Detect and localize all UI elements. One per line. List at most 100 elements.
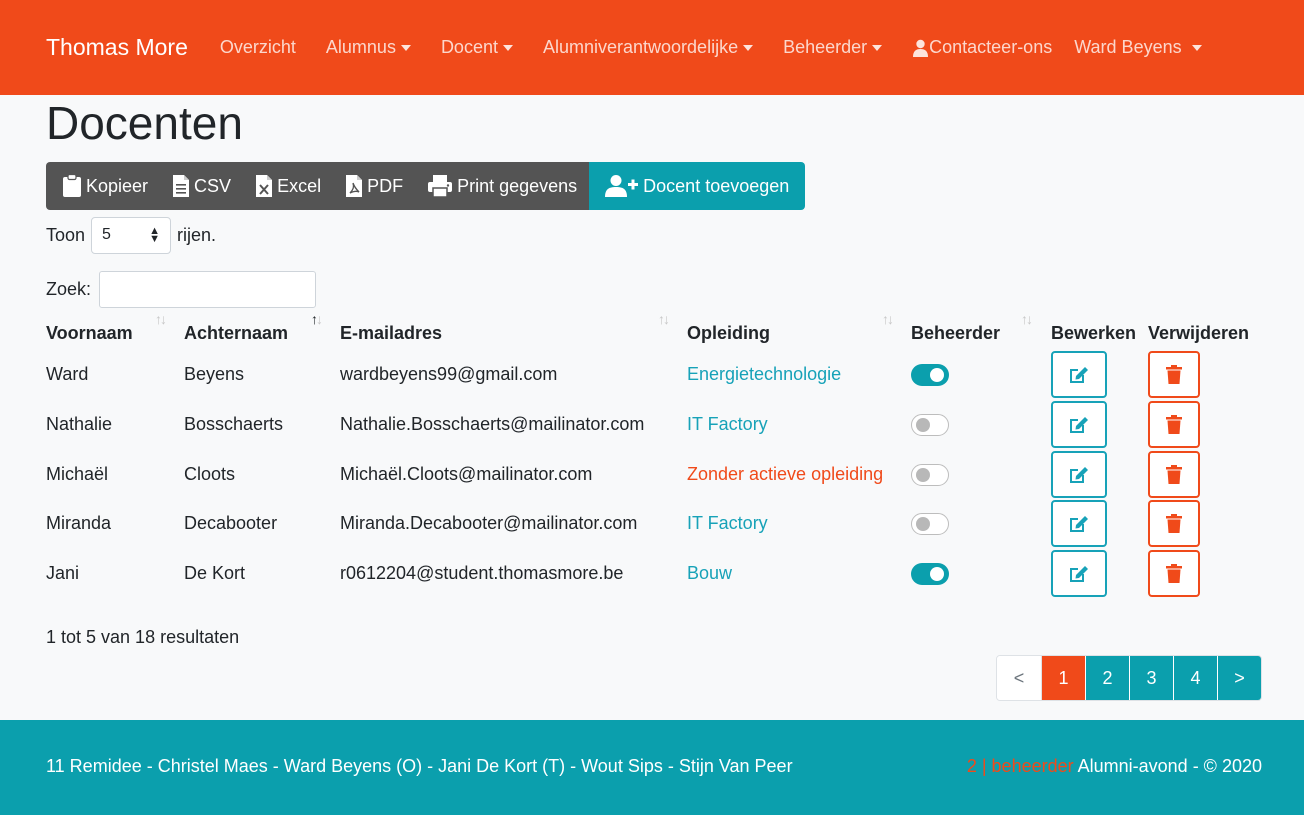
header-verwijderen: Verwijderen	[1148, 323, 1250, 343]
csv-label: CSV	[194, 175, 232, 196]
search-input[interactable]	[99, 271, 317, 308]
cell-firstname: Michaël	[46, 464, 109, 484]
cell-program-link[interactable]: IT Factory	[687, 414, 768, 435]
caret-down-icon	[400, 44, 411, 51]
edit-icon	[1070, 515, 1088, 532]
cell-firstname: Miranda	[46, 513, 112, 533]
edit-button[interactable]	[1051, 550, 1107, 597]
cell-lastname: Beyens	[184, 364, 245, 384]
file-pdf-icon	[346, 175, 363, 197]
brand-link[interactable]: Thomas More	[46, 34, 188, 61]
length-prefix: Toon	[46, 224, 86, 245]
nav-alumniverantwoordelijke-dropdown[interactable]: Alumniverantwoordelijke	[542, 37, 754, 58]
toggle-knob	[930, 567, 944, 581]
header-email[interactable]: E-mailadres	[340, 323, 442, 344]
edit-button[interactable]	[1051, 451, 1107, 498]
footer: 11 Remidee - Christel Maes - Ward Beyens…	[0, 720, 1304, 815]
cell-firstname: Ward	[46, 364, 89, 384]
print-icon	[428, 175, 453, 198]
clipboard-icon	[63, 174, 81, 197]
delete-button[interactable]	[1148, 401, 1200, 448]
header-achternaam[interactable]: Achternaam	[184, 323, 288, 344]
table-info: 1 tot 5 van 18 resultaten	[46, 627, 240, 647]
pagination-prev[interactable]: <	[997, 656, 1041, 700]
cell-email: r0612204@student.thomasmore.be	[340, 563, 624, 583]
cell-lastname: Decabooter	[184, 513, 278, 533]
pagination-next[interactable]: >	[1217, 656, 1261, 700]
caret-down-icon	[502, 44, 513, 51]
delete-button[interactable]	[1148, 351, 1200, 398]
search-control: Zoek:	[46, 271, 317, 308]
edit-icon	[1070, 466, 1088, 483]
trash-icon	[1166, 365, 1182, 384]
footer-right: 2 | beheerder Alumni-avond - © 2020	[967, 756, 1262, 777]
pagination-page[interactable]: 2	[1085, 656, 1129, 700]
admin-toggle[interactable]	[911, 513, 949, 535]
footer-admin-link[interactable]: 2 | beheerder	[967, 756, 1074, 776]
nav-alumniverantwoordelijke-label: Alumniverantwoordelijke	[542, 37, 739, 57]
sort-icon[interactable]: ↑↓	[658, 311, 670, 327]
user-plus-icon	[605, 175, 639, 197]
nav-alumnus-dropdown[interactable]: Alumnus	[326, 37, 411, 58]
page-length-control: Toon 5 ▲ ▼ rijen.	[46, 216, 216, 254]
file-text-icon	[173, 175, 190, 197]
pagination-page[interactable]: 4	[1173, 656, 1217, 700]
edit-button[interactable]	[1051, 351, 1107, 398]
header-opleiding[interactable]: Opleiding	[687, 323, 770, 344]
cell-email: wardbeyens99@gmail.com	[340, 364, 558, 384]
pagination-page[interactable]: 1	[1041, 656, 1085, 700]
cell-program-link[interactable]: Zonder actieve opleiding	[687, 464, 883, 485]
nav-beheerder-dropdown[interactable]: Beheerder	[783, 37, 883, 58]
edit-button[interactable]	[1051, 401, 1107, 448]
nav-user-label: Ward Beyens	[1074, 37, 1182, 57]
cell-program-link[interactable]: Energietechnologie	[687, 364, 841, 385]
sort-asc-icon[interactable]: ↑↓	[311, 311, 323, 327]
header-beheerder[interactable]: Beheerder	[911, 323, 1000, 344]
excel-button[interactable]: Excel	[243, 162, 334, 210]
toggle-knob	[916, 418, 930, 432]
nav-overzicht[interactable]: Overzicht	[220, 37, 296, 58]
nav-alumnus-label: Alumnus	[325, 37, 396, 57]
admin-toggle[interactable]	[911, 414, 949, 436]
cell-lastname: Bosschaerts	[184, 414, 284, 434]
nav-docent-dropdown[interactable]: Docent	[441, 37, 513, 58]
print-button[interactable]: Print gegevens	[415, 162, 590, 210]
caret-down-icon	[1191, 44, 1202, 51]
caret-down-icon	[743, 44, 754, 51]
trash-icon	[1166, 415, 1182, 434]
excel-label: Excel	[277, 175, 322, 196]
sort-icon[interactable]: ↑↓	[882, 311, 894, 327]
trash-icon	[1166, 514, 1182, 533]
csv-button[interactable]: CSV	[160, 162, 244, 210]
pdf-button[interactable]: PDF	[333, 162, 416, 210]
delete-button[interactable]	[1148, 500, 1200, 547]
sort-icon[interactable]: ↑↓	[1021, 311, 1033, 327]
toggle-knob	[916, 468, 930, 482]
cell-email: Michaël.Cloots@mailinator.com	[340, 464, 593, 484]
length-suffix: rijen.	[177, 224, 217, 245]
admin-toggle[interactable]	[911, 364, 949, 386]
cell-program-link[interactable]: Bouw	[687, 563, 732, 584]
cell-firstname: Nathalie	[46, 414, 113, 434]
pdf-label: PDF	[367, 175, 404, 196]
nav-contact[interactable]: Contacteer-ons	[912, 37, 1052, 58]
admin-toggle[interactable]	[911, 464, 949, 486]
add-docent-button[interactable]: Docent toevoegen	[589, 162, 806, 210]
caret-down-icon	[872, 44, 883, 51]
sort-icon[interactable]: ↑↓	[155, 311, 167, 327]
nav-contact-label: Contacteer-ons	[929, 37, 1053, 57]
edit-button[interactable]	[1051, 500, 1107, 547]
header-voornaam[interactable]: Voornaam	[46, 323, 133, 344]
delete-button[interactable]	[1148, 550, 1200, 597]
page-length-select[interactable]: 5 ▲ ▼	[91, 216, 172, 254]
nav-user-dropdown[interactable]: Ward Beyens	[1074, 37, 1202, 58]
user-icon	[913, 39, 929, 57]
pagination-page[interactable]: 3	[1129, 656, 1173, 700]
delete-button[interactable]	[1148, 451, 1200, 498]
admin-toggle[interactable]	[911, 563, 949, 585]
cell-lastname: De Kort	[184, 563, 246, 583]
trash-icon	[1166, 564, 1182, 583]
cell-program-link[interactable]: IT Factory	[687, 513, 768, 534]
copy-label: Kopieer	[86, 175, 149, 196]
copy-button[interactable]: Kopieer	[46, 162, 161, 210]
